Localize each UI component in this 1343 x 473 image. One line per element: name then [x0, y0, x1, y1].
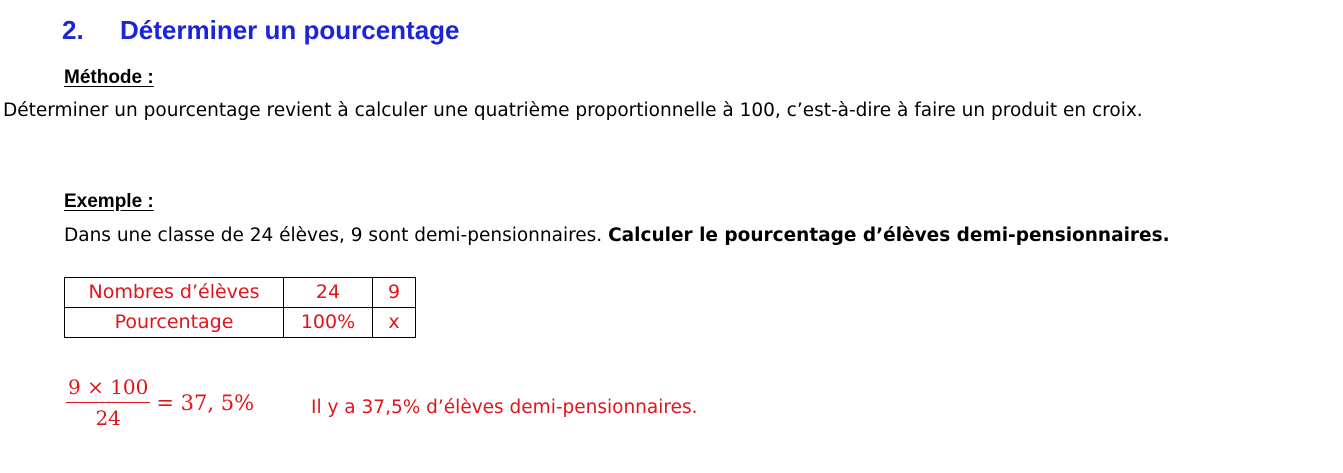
- methode-label: Méthode :: [64, 67, 154, 88]
- exemple-statement-text: Dans une classe de 24 élèves, 9 sont dem…: [64, 225, 609, 246]
- exemple-question: Calculer le pourcentage d’élèves demi-pe…: [608, 225, 1170, 246]
- section-number: 2.: [62, 15, 84, 45]
- calculation-formula: 9 × 100 24 = 37, 5%: [66, 375, 254, 430]
- table-cell: 100%: [283, 307, 373, 338]
- table-cell: 9: [372, 277, 416, 308]
- conclusion-text: Il y a 37,5% d’élèves demi-pensionnaires…: [311, 397, 698, 418]
- table-cell: 24: [283, 277, 373, 308]
- proportion-table: Nombres d’élèves 24 9 Pourcentage 100% x: [64, 277, 416, 338]
- table-row: Pourcentage 100% x: [64, 307, 416, 338]
- fraction: 9 × 100 24: [66, 375, 151, 430]
- exemple-statement: Dans une classe de 24 élèves, 9 sont dem…: [64, 224, 1170, 248]
- exemple-label: Exemple :: [64, 191, 154, 212]
- table-cell: x: [372, 307, 416, 338]
- table-cell: Nombres d’élèves: [64, 277, 284, 308]
- methode-text: Déterminer un pourcentage revient à calc…: [3, 100, 1143, 121]
- calculation-result: = 37, 5%: [156, 390, 255, 415]
- section-title: Déterminer un pourcentage: [120, 15, 460, 45]
- table-row: Nombres d’élèves 24 9: [64, 277, 416, 308]
- section-heading: 2. Déterminer un pourcentage: [62, 13, 460, 47]
- fraction-denominator: 24: [95, 406, 121, 430]
- fraction-numerator: 9 × 100: [68, 375, 149, 399]
- table-cell: Pourcentage: [64, 307, 284, 338]
